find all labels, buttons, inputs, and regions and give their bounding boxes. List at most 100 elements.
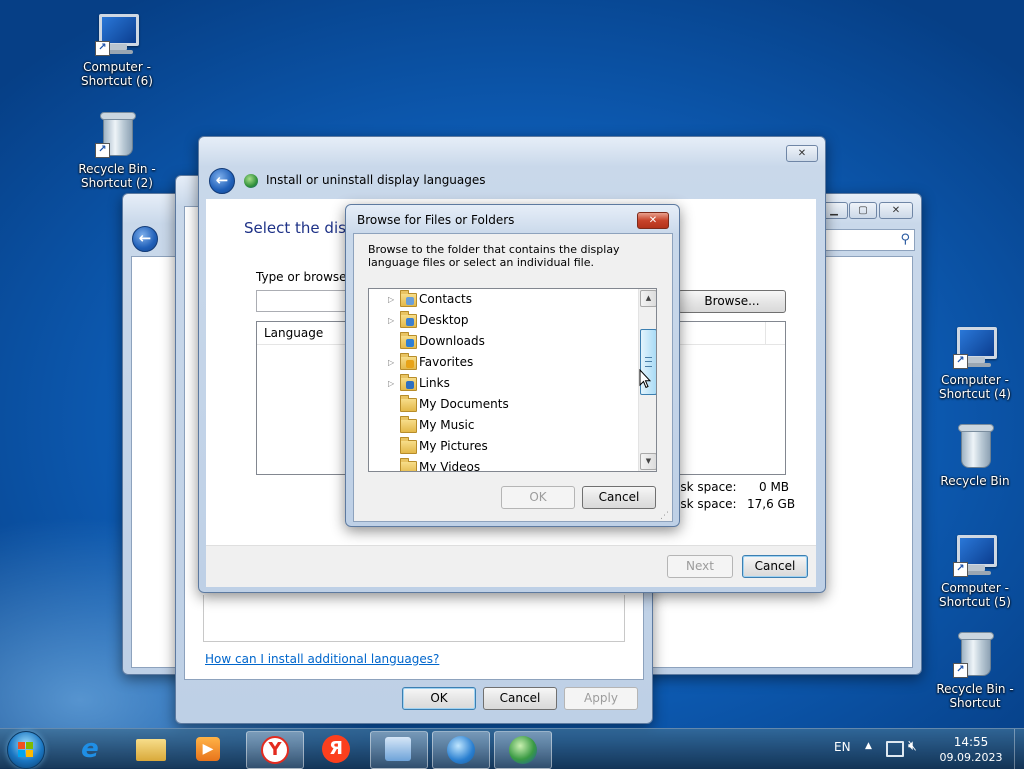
control-panel-icon	[385, 737, 411, 761]
taskbar-network[interactable]	[432, 731, 490, 769]
browse-description: Browse to the folder that contains the d…	[368, 243, 620, 269]
install-languages-help-link[interactable]: How can I install additional languages?	[205, 652, 439, 666]
tree-item-my-documents[interactable]: My Documents	[369, 394, 637, 415]
maximize-button[interactable]: ▢	[849, 202, 877, 219]
path-input[interactable]	[256, 290, 348, 312]
network-globe-icon	[447, 736, 475, 764]
tree-item-my-music[interactable]: My Music	[369, 415, 637, 436]
tree-item-favorites[interactable]: ▷ Favorites	[369, 352, 637, 373]
clock-date[interactable]: 09.09.2023	[937, 751, 1005, 764]
action-center-flag-icon[interactable]	[886, 741, 904, 757]
close-button[interactable]: ✕	[879, 202, 913, 219]
recycle-bin-icon	[951, 424, 999, 472]
browse-button[interactable]: Browse...	[678, 290, 786, 313]
tree-item-my-videos[interactable]: My Videos	[369, 457, 637, 471]
desktop-icon-computer-shortcut-5[interactable]: ↗ Computer - Shortcut (5)	[927, 531, 1023, 609]
cancel-button[interactable]: Cancel	[483, 687, 557, 710]
desktop-icon-label: Recycle Bin - Shortcut	[936, 682, 1014, 710]
language-globe-icon	[244, 174, 258, 188]
contacts-folder-icon	[400, 290, 417, 307]
music-folder-icon	[400, 416, 417, 433]
desktop-icon-recycle-bin[interactable]: Recycle Bin	[927, 424, 1023, 488]
shortcut-arrow-icon: ↗	[953, 663, 968, 678]
computer-icon: ↗	[93, 10, 141, 58]
disk-space-required-value: 0 MB	[759, 480, 790, 494]
windows-logo-icon	[18, 742, 34, 758]
taskbar-yandex[interactable]: Я	[308, 731, 364, 767]
close-button[interactable]: ✕	[637, 212, 669, 229]
desktop-icon-label: Computer - Shortcut (6)	[81, 60, 153, 88]
shortcut-arrow-icon: ↗	[953, 354, 968, 369]
wizard-heading: Select the disp	[244, 219, 356, 237]
volume-muted-icon[interactable]: 🔇︎	[908, 738, 917, 754]
cancel-button[interactable]: Cancel	[582, 486, 656, 509]
desktop-icon-label: Computer - Shortcut (4)	[939, 373, 1011, 401]
computer-icon: ↗	[951, 531, 999, 579]
disk-space-available-value: 17,6 GB	[747, 497, 796, 511]
desktop-icon-label: Recycle Bin	[940, 474, 1010, 488]
desktop-icon-recycle-bin-shortcut[interactable]: ↗ Recycle Bin - Shortcut	[927, 632, 1023, 710]
desktop-icon-computer-shortcut-4[interactable]: ↗ Computer - Shortcut (4)	[927, 323, 1023, 401]
mouse-cursor-icon	[639, 369, 651, 389]
downloads-folder-icon	[400, 332, 417, 349]
region-language-icon	[509, 736, 537, 764]
desktop-icon-recycle-bin-shortcut-2[interactable]: ↗ Recycle Bin - Shortcut (2)	[69, 112, 165, 190]
next-button[interactable]: Next	[667, 555, 733, 578]
show-desktop-button[interactable]	[1014, 729, 1024, 769]
clock-time[interactable]: 14:55	[945, 735, 997, 749]
desktop-folder-icon	[400, 311, 417, 328]
documents-folder-icon	[400, 395, 417, 412]
language-groupbox	[203, 595, 625, 642]
cancel-button[interactable]: Cancel	[742, 555, 808, 578]
ok-button[interactable]: OK	[402, 687, 476, 710]
expand-arrow-icon[interactable]: ▷	[388, 310, 398, 331]
language-indicator[interactable]: EN	[834, 740, 851, 754]
computer-icon: ↗	[951, 323, 999, 371]
tree-item-downloads[interactable]: Downloads	[369, 331, 637, 352]
apply-button[interactable]: Apply	[564, 687, 638, 710]
videos-folder-icon	[400, 458, 417, 471]
back-arrow-icon[interactable]: ←	[209, 168, 235, 194]
expand-arrow-icon[interactable]: ▷	[388, 289, 398, 310]
taskbar-yandex-browser[interactable]: Y	[246, 731, 304, 769]
window-title: Install or uninstall display languages	[266, 173, 486, 187]
shortcut-arrow-icon: ↗	[95, 143, 110, 158]
internet-explorer-icon: e	[81, 734, 99, 764]
search-box[interactable]: ⚲	[823, 229, 915, 251]
yandex-icon: Я	[322, 735, 350, 763]
desktop-icon-computer-shortcut-6[interactable]: ↗ Computer - Shortcut (6)	[69, 10, 165, 88]
taskbar-region-language[interactable]	[494, 731, 552, 769]
taskbar-control-panel[interactable]	[370, 731, 428, 769]
column-language[interactable]: Language	[264, 326, 323, 340]
media-player-icon: ▶	[196, 737, 220, 761]
start-button[interactable]	[7, 731, 45, 769]
scroll-down-arrow-icon[interactable]: ▼	[640, 453, 656, 470]
shortcut-arrow-icon: ↗	[95, 41, 110, 56]
tree-item-contacts[interactable]: ▷ Contacts	[369, 289, 637, 310]
dialog-title: Browse for Files or Folders	[357, 213, 515, 227]
desktop-icon-label: Recycle Bin - Shortcut (2)	[78, 162, 156, 190]
favorites-folder-icon	[400, 353, 417, 370]
taskbar-media-player[interactable]: ▶	[182, 731, 238, 767]
type-or-browse-label: Type or browse t	[256, 270, 356, 284]
taskbar: e ▶ Y Я EN ▲ 🔇︎ 14:55 09.09.2023	[0, 728, 1024, 769]
close-button[interactable]: ✕	[786, 145, 818, 162]
resize-grip-icon[interactable]: ⋰	[660, 511, 669, 521]
desktop-icon-label: Computer - Shortcut (5)	[939, 581, 1011, 609]
show-hidden-icons-arrow-icon[interactable]: ▲	[865, 741, 872, 751]
pictures-folder-icon	[400, 437, 417, 454]
back-arrow-icon[interactable]: ←	[132, 226, 158, 252]
ok-button[interactable]: OK	[501, 486, 575, 509]
expand-arrow-icon[interactable]: ▷	[388, 352, 398, 373]
tree-item-desktop[interactable]: ▷ Desktop	[369, 310, 637, 331]
tree-item-links[interactable]: ▷ Links	[369, 373, 637, 394]
expand-arrow-icon[interactable]: ▷	[388, 373, 398, 394]
folder-tree[interactable]: ▷ Contacts ▷ Desktop Downloads ▷ Favorit…	[368, 288, 657, 472]
scroll-up-arrow-icon[interactable]: ▲	[640, 290, 656, 307]
links-folder-icon	[400, 374, 417, 391]
recycle-bin-icon: ↗	[93, 112, 141, 160]
taskbar-file-explorer[interactable]	[122, 731, 178, 767]
tree-item-my-pictures[interactable]: My Pictures	[369, 436, 637, 457]
taskbar-internet-explorer[interactable]: e	[62, 731, 118, 767]
search-icon: ⚲	[900, 232, 910, 247]
